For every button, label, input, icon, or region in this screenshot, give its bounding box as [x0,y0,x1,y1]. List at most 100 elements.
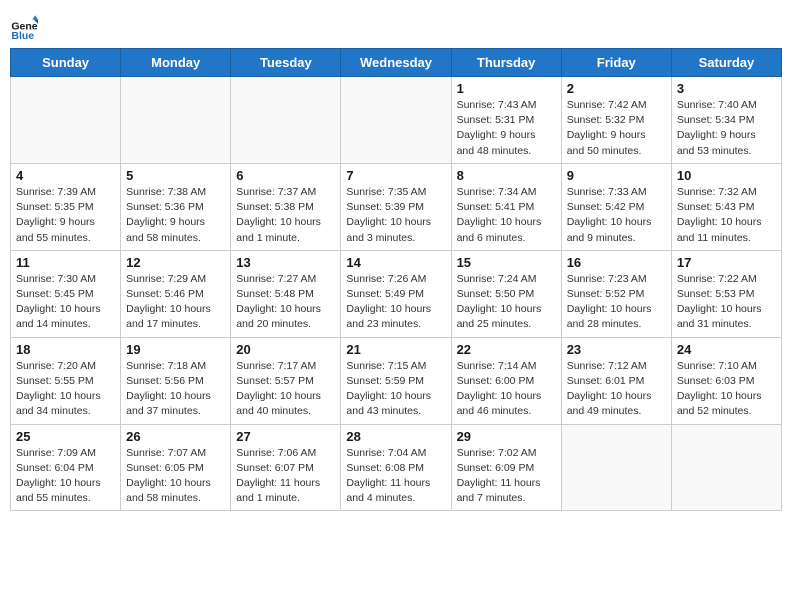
day-info: Sunrise: 7:27 AM Sunset: 5:48 PM Dayligh… [236,272,335,333]
day-info: Sunrise: 7:30 AM Sunset: 5:45 PM Dayligh… [16,272,115,333]
day-info: Sunrise: 7:32 AM Sunset: 5:43 PM Dayligh… [677,185,776,246]
day-number: 22 [457,342,556,357]
day-of-week-header: Tuesday [231,49,341,77]
day-info: Sunrise: 7:02 AM Sunset: 6:09 PM Dayligh… [457,446,556,507]
calendar-header: SundayMondayTuesdayWednesdayThursdayFrid… [11,49,782,77]
day-info: Sunrise: 7:22 AM Sunset: 5:53 PM Dayligh… [677,272,776,333]
calendar-cell: 14 Sunrise: 7:26 AM Sunset: 5:49 PM Dayli… [341,250,451,337]
calendar-cell [121,77,231,164]
day-info: Sunrise: 7:24 AM Sunset: 5:50 PM Dayligh… [457,272,556,333]
calendar-cell: 24 Sunrise: 7:10 AM Sunset: 6:03 PM Dayli… [671,337,781,424]
calendar-cell: 21 Sunrise: 7:15 AM Sunset: 5:59 PM Dayli… [341,337,451,424]
calendar-cell: 1Sunrise: 7:43 AM Sunset: 5:31 PM Daylig… [451,77,561,164]
day-of-week-header: Sunday [11,49,121,77]
day-number: 15 [457,255,556,270]
day-number: 2 [567,81,666,96]
calendar-cell: 19Sunrise: 7:18 AM Sunset: 5:56 PM Dayli… [121,337,231,424]
calendar-cell [561,424,671,511]
day-info: Sunrise: 7:37 AM Sunset: 5:38 PM Dayligh… [236,185,335,246]
logo-icon: General Blue [10,14,38,42]
day-number: 4 [16,168,115,183]
day-info: Sunrise: 7:42 AM Sunset: 5:32 PM Dayligh… [567,98,666,159]
day-of-week-header: Saturday [671,49,781,77]
day-of-week-header: Thursday [451,49,561,77]
logo: General Blue [10,14,42,42]
header-row: SundayMondayTuesdayWednesdayThursdayFrid… [11,49,782,77]
day-number: 26 [126,429,225,444]
calendar-body: 1Sunrise: 7:43 AM Sunset: 5:31 PM Daylig… [11,77,782,511]
day-number: 11 [16,255,115,270]
day-info: Sunrise: 7:04 AM Sunset: 6:08 PM Dayligh… [346,446,445,507]
day-number: 10 [677,168,776,183]
day-number: 12 [126,255,225,270]
calendar-cell: 25Sunrise: 7:09 AM Sunset: 6:04 PM Dayli… [11,424,121,511]
day-info: Sunrise: 7:43 AM Sunset: 5:31 PM Dayligh… [457,98,556,159]
week-row: 25Sunrise: 7:09 AM Sunset: 6:04 PM Dayli… [11,424,782,511]
day-number: 3 [677,81,776,96]
week-row: 4 Sunrise: 7:39 AM Sunset: 5:35 PM Daylig… [11,163,782,250]
day-number: 8 [457,168,556,183]
day-info: Sunrise: 7:33 AM Sunset: 5:42 PM Dayligh… [567,185,666,246]
calendar-cell: 27 Sunrise: 7:06 AM Sunset: 6:07 PM Dayli… [231,424,341,511]
day-info: Sunrise: 7:10 AM Sunset: 6:03 PM Dayligh… [677,359,776,420]
day-info: Sunrise: 7:39 AM Sunset: 5:35 PM Dayligh… [16,185,115,246]
day-info: Sunrise: 7:12 AM Sunset: 6:01 PM Dayligh… [567,359,666,420]
day-info: Sunrise: 7:14 AM Sunset: 6:00 PM Dayligh… [457,359,556,420]
calendar-cell: 8 Sunrise: 7:34 AM Sunset: 5:41 PM Daylig… [451,163,561,250]
calendar-cell: 5 Sunrise: 7:38 AM Sunset: 5:36 PM Daylig… [121,163,231,250]
day-number: 14 [346,255,445,270]
day-number: 24 [677,342,776,357]
day-number: 9 [567,168,666,183]
day-number: 19 [126,342,225,357]
header: General Blue [10,10,782,42]
calendar-cell: 3 Sunrise: 7:40 AM Sunset: 5:34 PM Daylig… [671,77,781,164]
day-info: Sunrise: 7:34 AM Sunset: 5:41 PM Dayligh… [457,185,556,246]
day-info: Sunrise: 7:38 AM Sunset: 5:36 PM Dayligh… [126,185,225,246]
calendar-cell: 20 Sunrise: 7:17 AM Sunset: 5:57 PM Dayli… [231,337,341,424]
day-number: 18 [16,342,115,357]
day-number: 23 [567,342,666,357]
week-row: 1Sunrise: 7:43 AM Sunset: 5:31 PM Daylig… [11,77,782,164]
calendar-cell: 6 Sunrise: 7:37 AM Sunset: 5:38 PM Daylig… [231,163,341,250]
calendar-cell: 2 Sunrise: 7:42 AM Sunset: 5:32 PM Daylig… [561,77,671,164]
calendar-cell: 4 Sunrise: 7:39 AM Sunset: 5:35 PM Daylig… [11,163,121,250]
calendar-cell: 22 Sunrise: 7:14 AM Sunset: 6:00 PM Dayli… [451,337,561,424]
day-of-week-header: Monday [121,49,231,77]
calendar-cell [231,77,341,164]
calendar-cell: 9 Sunrise: 7:33 AM Sunset: 5:42 PM Daylig… [561,163,671,250]
day-number: 21 [346,342,445,357]
day-info: Sunrise: 7:40 AM Sunset: 5:34 PM Dayligh… [677,98,776,159]
calendar-cell: 26 Sunrise: 7:07 AM Sunset: 6:05 PM Dayli… [121,424,231,511]
day-number: 27 [236,429,335,444]
day-number: 5 [126,168,225,183]
day-info: Sunrise: 7:07 AM Sunset: 6:05 PM Dayligh… [126,446,225,507]
day-info: Sunrise: 7:15 AM Sunset: 5:59 PM Dayligh… [346,359,445,420]
day-info: Sunrise: 7:23 AM Sunset: 5:52 PM Dayligh… [567,272,666,333]
calendar-cell: 10 Sunrise: 7:32 AM Sunset: 5:43 PM Dayli… [671,163,781,250]
calendar-cell [341,77,451,164]
calendar-cell: 12 Sunrise: 7:29 AM Sunset: 5:46 PM Dayli… [121,250,231,337]
calendar-cell [671,424,781,511]
calendar-cell: 13 Sunrise: 7:27 AM Sunset: 5:48 PM Dayli… [231,250,341,337]
day-number: 13 [236,255,335,270]
day-number: 6 [236,168,335,183]
calendar-cell: 16 Sunrise: 7:23 AM Sunset: 5:52 PM Dayli… [561,250,671,337]
day-of-week-header: Friday [561,49,671,77]
calendar-cell: 17 Sunrise: 7:22 AM Sunset: 5:53 PM Dayli… [671,250,781,337]
calendar-cell: 15 Sunrise: 7:24 AM Sunset: 5:50 PM Dayli… [451,250,561,337]
calendar-cell: 18Sunrise: 7:20 AM Sunset: 5:55 PM Dayli… [11,337,121,424]
day-number: 17 [677,255,776,270]
day-info: Sunrise: 7:29 AM Sunset: 5:46 PM Dayligh… [126,272,225,333]
day-number: 16 [567,255,666,270]
calendar-cell: 29 Sunrise: 7:02 AM Sunset: 6:09 PM Dayli… [451,424,561,511]
day-number: 28 [346,429,445,444]
day-info: Sunrise: 7:26 AM Sunset: 5:49 PM Dayligh… [346,272,445,333]
calendar-cell: 7Sunrise: 7:35 AM Sunset: 5:39 PM Daylig… [341,163,451,250]
day-number: 29 [457,429,556,444]
day-number: 25 [16,429,115,444]
day-info: Sunrise: 7:17 AM Sunset: 5:57 PM Dayligh… [236,359,335,420]
day-info: Sunrise: 7:06 AM Sunset: 6:07 PM Dayligh… [236,446,335,507]
day-number: 7 [346,168,445,183]
day-number: 20 [236,342,335,357]
calendar-cell: 28 Sunrise: 7:04 AM Sunset: 6:08 PM Dayli… [341,424,451,511]
